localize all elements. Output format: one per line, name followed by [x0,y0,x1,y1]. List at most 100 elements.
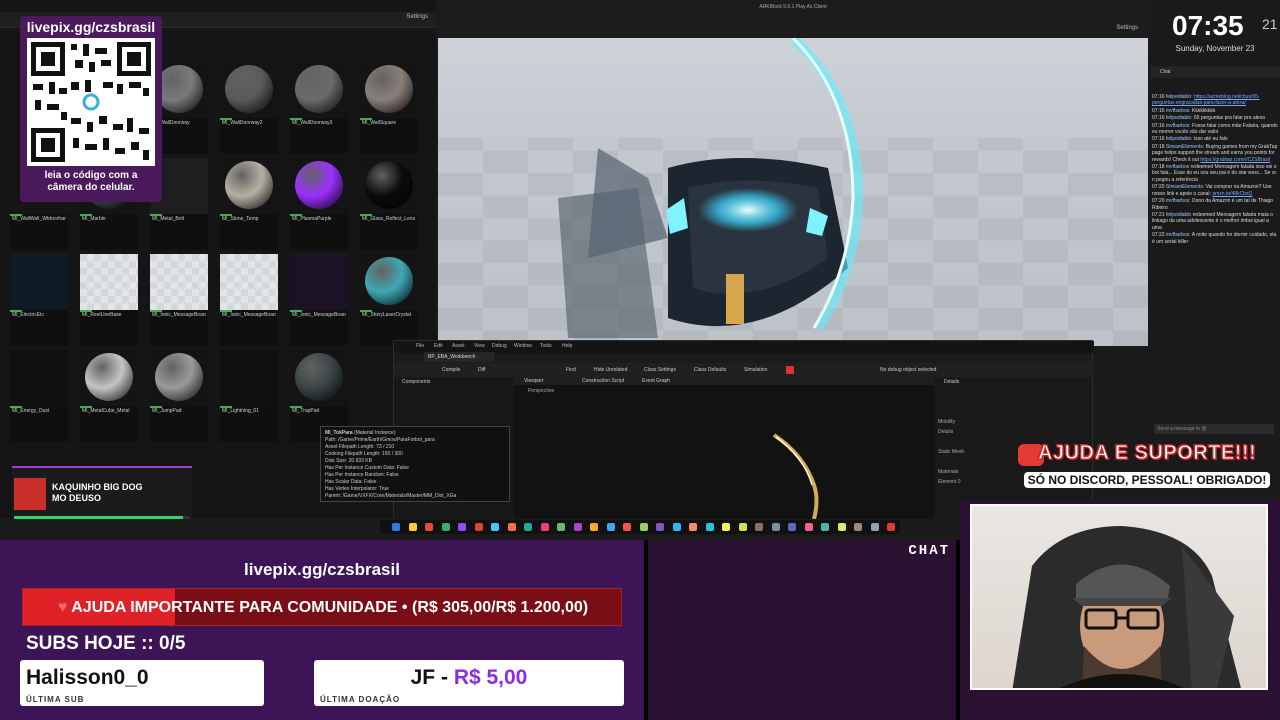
taskbar-app-icon[interactable] [491,523,499,531]
chat-link[interactable]: amzn.to/48kCbsQ [1212,191,1252,197]
compile-button[interactable]: Compile [442,367,460,373]
asset-tile[interactable]: MI_Lightning_01 [220,350,278,442]
stop-icon[interactable] [786,366,794,374]
asset-tile[interactable]: MI_Glass_Reflect_Lens [360,158,418,250]
taskbar-app-icon[interactable] [524,523,532,531]
last-donation-card: JF - R$ 5,00 ÚLTIMA DOAÇÃO [314,660,624,706]
diff-button[interactable]: Diff [478,367,485,373]
asset-tile[interactable]: MI_Stone_Temp [220,158,278,250]
chat-username[interactable]: mvfbarbos: [1166,108,1192,114]
chat-username[interactable]: felipediablo: [1166,136,1194,142]
blueprint-viewport[interactable]: Perspective [514,385,934,520]
taskbar-app-icon[interactable] [540,523,549,531]
menu-file[interactable]: File [416,343,424,349]
taskbar-app-icon[interactable] [441,523,450,531]
taskbar-app-icon[interactable] [837,523,846,531]
game-viewport[interactable] [438,38,1148,346]
asset-tile[interactable]: MI_MetalCube_Metal [80,350,138,442]
class-settings-button[interactable]: Class Settings [644,367,676,373]
menu-window[interactable]: Window [514,343,532,349]
taskbar-app-icon[interactable] [573,523,582,531]
menu-edit[interactable]: Edit [434,343,443,349]
asset-tile[interactable]: MI_WallDoorway3 [290,62,348,154]
asset-tile[interactable]: MI_Energy_Dust [10,350,68,442]
taskbar-app-icon[interactable] [788,523,796,531]
taskbar-app-icon[interactable] [507,523,516,531]
material-sphere-icon [295,65,343,113]
find-button[interactable]: Find [566,367,576,373]
chat-username[interactable]: mvfbarbos: [1166,123,1192,129]
menu-view[interactable]: View [474,343,485,349]
chat-username[interactable]: felipediablo [1166,212,1193,218]
taskbar-app-icon[interactable] [392,523,400,531]
blueprint-tab[interactable]: BP_EBA_Workbench [424,352,494,362]
menu-tools[interactable]: Tools [540,343,552,349]
asset-tooltip: MI_TokPara (Material Instance) Path: /Ga… [320,426,510,502]
chat-input[interactable]: Send a message to @ [1154,424,1274,434]
asset-tile[interactable]: MI_Ionic_MessageBoard_Alt [290,254,348,346]
class-defaults-button[interactable]: Class Defaults [694,367,726,373]
webcam-panel [960,500,1280,720]
asset-thumbnail [290,158,348,214]
taskbar-app-icon[interactable] [854,523,862,531]
last-sub-name: Halisson0_0 [26,666,149,689]
taskbar-app-icon[interactable] [771,523,780,531]
chat-username[interactable]: mvfbarbos: [1166,232,1192,238]
taskbar-app-icon[interactable] [590,523,598,531]
asset-tile[interactable]: MI_WallDoorway2 [220,62,278,154]
asset-thumbnail [220,350,278,406]
taskbar-app-icon[interactable] [738,523,747,531]
asset-tile[interactable]: MI_JumpPad [150,350,208,442]
asset-tile[interactable]: MI_PlasmaPurple [290,158,348,250]
tab-construction-script[interactable]: Construction Script [582,378,624,384]
material-sphere-icon [365,161,413,209]
taskbar-app-icon[interactable] [639,523,648,531]
taskbar-app-icon[interactable] [656,523,664,531]
tab-viewport[interactable]: Viewport [524,378,543,384]
chat-username[interactable]: StreamElements: [1166,184,1206,190]
viewport-settings-button[interactable]: Settings [1116,25,1138,31]
taskbar-app-icon[interactable] [755,523,763,531]
taskbar-app-icon[interactable] [458,523,466,531]
simulation-button[interactable]: Simulation [744,367,767,373]
content-browser-settings-button[interactable]: Settings [406,14,428,20]
taskbar-app-icon[interactable] [672,523,681,531]
taskbar-app-icon[interactable] [474,523,483,531]
perspective-label[interactable]: Perspective [528,388,554,394]
taskbar-app-icon[interactable] [722,523,730,531]
menu-help[interactable]: Help [562,343,572,349]
taskbar-app-icon[interactable] [623,523,631,531]
taskbar-app-icon[interactable] [408,523,417,531]
taskbar-app-icon[interactable] [887,523,895,531]
asset-tile[interactable]: MI_Ionic_MessageBoard [150,254,208,346]
chat-message-list[interactable]: 07:16 felipediablo: https://acmeblog.net… [1152,94,1278,424]
hide-unrelated-button[interactable]: Hide Unrelated [594,367,627,373]
taskbar-app-icon[interactable] [821,523,829,531]
details-title: Details [944,379,960,385]
asset-tile[interactable]: MI_WallSquare [360,62,418,154]
taskbar-app-icon[interactable] [705,523,714,531]
asset-tile[interactable]: MI_ReelLineBase [80,254,138,346]
taskbar-app-icon[interactable] [689,523,697,531]
chat-username[interactable]: felipediablo: [1166,115,1194,121]
tab-event-graph[interactable]: Event Graph [642,378,670,384]
chat-username[interactable]: felipediablo: [1166,94,1194,100]
asset-tile[interactable]: MI_ElectricEtc [10,254,68,346]
taskbar-app-icon[interactable] [804,523,813,531]
taskbar-app-icon[interactable] [606,523,615,531]
taskbar-app-icon[interactable] [557,523,565,531]
taskbar-app-icon[interactable] [425,523,433,531]
chat-username[interactable]: mvfbarbos: [1166,198,1192,204]
tooltip-line: Path: /Game/Prime/Earth/Gmos/ParaForbot_… [325,437,435,443]
blueprint-toolbar: Compile Diff Find Hide Unrelated Class S… [394,363,1094,377]
chat-username[interactable]: StreamElements: [1166,144,1206,150]
asset-tile[interactable]: MI_Ionic_MessageBoard_Hero [220,254,278,346]
debug-filter[interactable]: No debug object selected [880,367,936,373]
asset-tile[interactable]: MI_ShinyLaserCrystal [360,254,418,346]
taskbar-app-icon[interactable] [870,523,879,531]
asset-thumbnail [220,254,278,310]
menu-asset[interactable]: Asset [452,343,465,349]
chat-username[interactable]: mvfbarbos [1166,164,1191,170]
chat-link[interactable]: https://grabtap.com/r/CZSBrasil [1200,157,1270,163]
menu-debug[interactable]: Debug [492,343,507,349]
